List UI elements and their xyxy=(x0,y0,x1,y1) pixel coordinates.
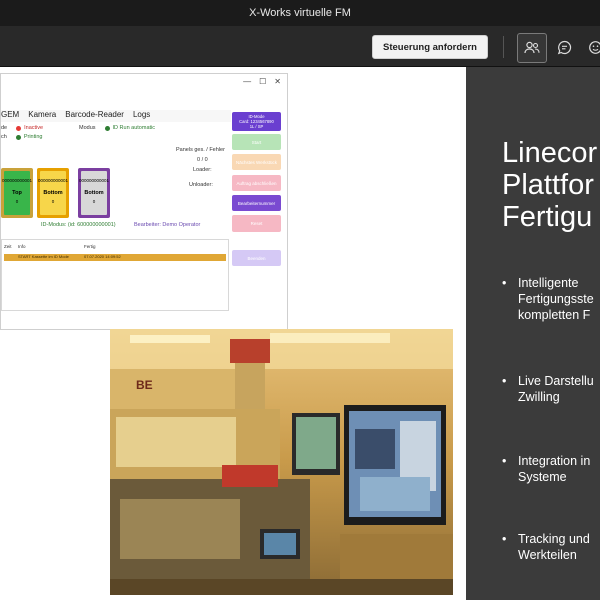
side-button-2[interactable]: Nächstes Werkstück xyxy=(232,154,281,170)
status-dot-red xyxy=(16,125,22,131)
menu-item-logs[interactable]: Logs xyxy=(133,110,150,122)
svg-text:BE: BE xyxy=(136,378,153,392)
bullet-line: Werkteilen xyxy=(518,548,577,562)
status-dot-green-2 xyxy=(15,134,21,140)
panel-card-label: Bottom xyxy=(43,190,63,196)
status-inactive: Inactive xyxy=(24,125,44,131)
log-header-done: Fertig xyxy=(84,244,96,249)
log-header-info: Info xyxy=(18,244,26,249)
window-controls: — ☐ ✕ xyxy=(243,77,281,86)
log-header-time: Zeit xyxy=(4,244,12,249)
status-label: de xyxy=(1,125,8,131)
bullet-dot: • xyxy=(502,276,507,290)
status-label-2: ch xyxy=(1,134,7,140)
status-row-2: ch Printing xyxy=(1,134,42,140)
panel-card-label: Bottom xyxy=(84,190,104,196)
side-button-4[interactable]: Bearbeiternummer xyxy=(232,195,281,211)
shared-screen: — ☐ ✕ GEM Kamera Barcode-Reader Logs de … xyxy=(0,67,600,600)
bullet-line: Fertigungsste xyxy=(518,292,594,306)
log-table: Zeit Info Fertig START Kassette im ID Mo… xyxy=(1,239,229,311)
app-window-screenshot: — ☐ ✕ GEM Kamera Barcode-Reader Logs de … xyxy=(0,73,288,330)
menu-item-barcode-reader[interactable]: Barcode-Reader xyxy=(65,110,124,122)
meeting-toolbar: Steuerung anfordern xyxy=(0,26,600,67)
menu-item-kamera[interactable]: Kamera xyxy=(28,110,56,122)
request-control-button[interactable]: Steuerung anfordern xyxy=(372,35,488,59)
bullet-dot: • xyxy=(502,454,507,468)
log-row-time: 07.07.2020 14:09:52 xyxy=(84,254,121,259)
mode-label: Modus xyxy=(79,125,96,131)
status-row-1: de Inactive xyxy=(1,125,43,131)
slide-title-line-1: Linecor xyxy=(502,137,598,169)
status-mode: Modus ID Run automatic xyxy=(79,125,155,131)
app-menu-bar: GEM Kamera Barcode-Reader Logs xyxy=(1,110,231,122)
id-mode-label: ID-Modus: (id: 600000000001) xyxy=(41,222,116,228)
panel-card-count: 0 xyxy=(15,199,19,204)
bullet-dot: • xyxy=(502,532,507,546)
menu-item-gem[interactable]: GEM xyxy=(1,110,19,122)
side-button-3[interactable]: Auftrag abschließen xyxy=(232,175,281,191)
log-row-info: START Kassette im ID Mode xyxy=(18,254,69,259)
mode-value: ID Run automatic xyxy=(112,125,156,131)
operator-label: Bearbeiter: Demo Operator xyxy=(134,222,201,228)
bullet-line: Live Darstellu xyxy=(518,374,594,388)
bullet-line: Intelligente xyxy=(518,276,579,290)
slide-right-panel: Linecor Plattfor Fertigu • Intelligente Fe… xyxy=(466,67,600,600)
side-button-5[interactable]: Reset xyxy=(232,215,281,232)
slide-left-panel: — ☐ ✕ GEM Kamera Barcode-Reader Logs de … xyxy=(0,67,466,600)
close-icon[interactable]: ✕ xyxy=(274,77,281,86)
reactions-icon[interactable] xyxy=(581,33,600,61)
id-card-line-3: 1L / SP xyxy=(249,124,264,129)
panel-card-label: Top xyxy=(12,190,22,196)
bullet-dot: • xyxy=(502,374,507,388)
bullet-line: Systeme xyxy=(518,470,567,484)
bullet-line: Integration in xyxy=(518,454,591,468)
bullet-line: Tracking und xyxy=(518,532,590,546)
slide-title-line-3: Fertigu xyxy=(502,201,593,233)
people-icon[interactable] xyxy=(517,33,547,63)
loader-label: Loader: xyxy=(193,167,212,173)
slide-title-line-2: Plattfor xyxy=(502,169,594,201)
maximize-icon[interactable]: ☐ xyxy=(259,77,266,86)
bullet-line: Zwilling xyxy=(518,390,560,404)
panel-card[interactable]: 000000000001 Bottom 0 xyxy=(78,168,110,218)
slide-title: Linecor Plattfor Fertigu xyxy=(502,137,597,233)
bullet-line: kompletten F xyxy=(518,308,591,322)
minimize-icon[interactable]: — xyxy=(243,77,251,86)
status-dot-green xyxy=(104,125,110,131)
machine-photo: BE xyxy=(110,329,453,595)
panel-card-id: 000000000001 xyxy=(1,178,33,183)
panels-label: Panels ges. / Fehler xyxy=(176,147,225,153)
unloader-label: Unloader: xyxy=(189,182,213,188)
side-button-1[interactable]: Start xyxy=(232,134,281,150)
status-printing: Printing xyxy=(23,134,43,140)
panel-card-id: 000000000001 xyxy=(37,178,69,183)
window-title: X-Works virtuelle FM xyxy=(249,7,351,19)
panel-card-id: 000000000001 xyxy=(78,178,110,183)
panel-card-count: 0 xyxy=(92,199,96,204)
toolbar-divider xyxy=(503,36,504,58)
panels-value: 0 / 0 xyxy=(197,157,208,163)
panel-card-count: 0 xyxy=(51,199,55,204)
panel-card[interactable]: 000000000001 Bottom 0 xyxy=(37,168,69,218)
side-button-6[interactable]: Beenden xyxy=(232,250,281,266)
id-card-panel: ID-Mode Card: 1234567890 1L / SP xyxy=(232,112,281,131)
window-titlebar: X-Works virtuelle FM xyxy=(0,0,600,26)
chat-icon[interactable] xyxy=(550,33,578,61)
log-row-highlight[interactable]: START Kassette im ID Mode 07.07.2020 14:… xyxy=(4,254,226,261)
panel-card[interactable]: 000000000001 Top 0 xyxy=(1,168,33,218)
